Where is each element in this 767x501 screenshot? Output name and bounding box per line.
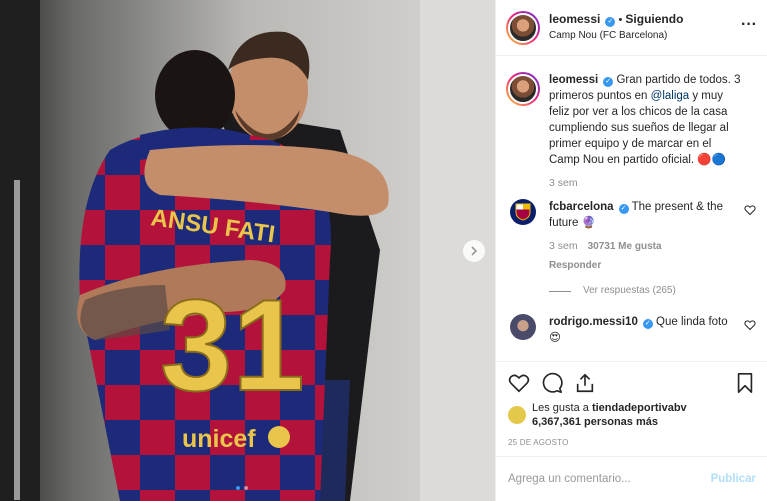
caption-mention-link[interactable]: @laliga bbox=[651, 90, 690, 102]
verified-badge-icon: ✓ bbox=[603, 77, 614, 87]
author-username[interactable]: leomessi bbox=[549, 12, 600, 26]
publish-button[interactable]: Publicar bbox=[711, 473, 756, 485]
comments-list[interactable]: leomessi ✓ Gran partido de todos. 3 prime… bbox=[496, 57, 767, 361]
likes-prefix: Les gusta a bbox=[532, 402, 592, 414]
likes-summary[interactable]: Les gusta a tiendadeportivabv 6,367,361 … bbox=[508, 401, 756, 429]
comment-emoji: 😍 bbox=[549, 332, 561, 344]
next-photo-button[interactable] bbox=[463, 240, 485, 262]
carousel-dot-active bbox=[236, 486, 240, 490]
heart-icon[interactable] bbox=[508, 372, 530, 394]
view-replies-button[interactable]: Ver respuestas (265) bbox=[549, 283, 729, 299]
caption-username[interactable]: leomessi bbox=[549, 74, 598, 86]
commenter-username[interactable]: fcbarcelona bbox=[549, 201, 614, 213]
liker-username[interactable]: tiendadeportivabv bbox=[592, 402, 687, 414]
view-replies-label: Ver respuestas (265) bbox=[583, 285, 676, 296]
comment-item: rodrigo.messi10 ✓ Que linda foto 😍 bbox=[506, 314, 756, 346]
like-comment-heart-icon[interactable] bbox=[744, 319, 756, 331]
jersey-sponsor: unicef bbox=[182, 425, 256, 453]
verified-badge-icon: ✓ bbox=[618, 204, 629, 214]
more-options-icon[interactable]: ··· bbox=[741, 16, 757, 34]
chevron-right-icon bbox=[471, 246, 478, 256]
share-icon[interactable] bbox=[574, 372, 596, 394]
comment-item: fcbarcelona ✓ The present & the future 🔮 … bbox=[506, 199, 756, 299]
commenter-username[interactable]: rodrigo.messi10 bbox=[549, 316, 638, 328]
post-side-panel: leomessi ✓ • Siguiendo Camp Nou (FC Barc… bbox=[495, 0, 767, 501]
bookmark-icon[interactable] bbox=[734, 372, 756, 394]
likes-count[interactable]: 6,367,361 personas más bbox=[532, 416, 658, 428]
commenter-avatar[interactable] bbox=[510, 314, 536, 340]
comment-text: Que linda foto bbox=[656, 316, 728, 328]
post-image: ANSU FATI 31 unicef bbox=[0, 0, 495, 501]
instagram-post-modal: ANSU FATI 31 unicef leomessi ✓ • Siguien… bbox=[0, 0, 767, 501]
comment-icon[interactable] bbox=[541, 372, 563, 394]
reply-button[interactable]: Responder bbox=[549, 258, 729, 274]
comment-input[interactable] bbox=[508, 473, 711, 485]
verified-badge-icon: ✓ bbox=[605, 17, 616, 27]
caption-avatar[interactable] bbox=[506, 72, 540, 106]
fcb-crest-icon bbox=[515, 203, 531, 221]
commenter-avatar[interactable] bbox=[510, 199, 536, 225]
post-photo[interactable]: ANSU FATI 31 unicef bbox=[0, 0, 495, 501]
like-comment-heart-icon[interactable] bbox=[744, 204, 756, 216]
post-date[interactable]: 25 DE AGOSTO bbox=[508, 438, 756, 447]
liker-avatar[interactable] bbox=[508, 406, 526, 424]
follow-status-button[interactable]: Siguiendo bbox=[625, 12, 683, 26]
carousel-dot bbox=[244, 486, 248, 490]
post-location[interactable]: Camp Nou (FC Barcelona) bbox=[549, 28, 683, 43]
author-avatar[interactable] bbox=[506, 10, 540, 45]
carousel-indicator bbox=[236, 486, 248, 490]
post-actions: Les gusta a tiendadeportivabv 6,367,361 … bbox=[496, 361, 767, 456]
caption-time[interactable]: 3 sem bbox=[549, 175, 744, 191]
jersey-number: 31 bbox=[160, 272, 305, 418]
separator-dot: • bbox=[618, 14, 623, 26]
post-header: leomessi ✓ • Siguiendo Camp Nou (FC Barc… bbox=[496, 0, 767, 56]
comment-likes[interactable]: 30731 Me gusta bbox=[588, 241, 662, 252]
comment-time[interactable]: 3 sem bbox=[549, 240, 578, 252]
verified-badge-icon: ✓ bbox=[642, 319, 653, 329]
add-comment-bar: Publicar bbox=[496, 456, 767, 501]
caption-item: leomessi ✓ Gran partido de todos. 3 prime… bbox=[506, 72, 756, 191]
